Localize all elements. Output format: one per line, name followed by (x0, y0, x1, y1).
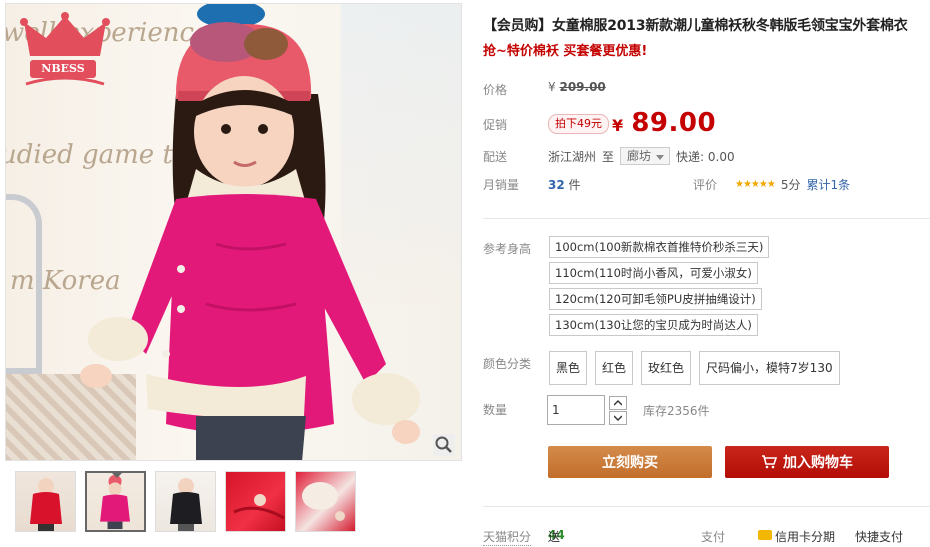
rating-score: 5分 (780, 178, 801, 192)
size-option[interactable]: 100cm(100新款棉衣首推特价秒杀三天) (549, 236, 770, 258)
express-fee: 快递: 0.00 (676, 149, 735, 164)
credit-installment[interactable]: 信用卡分期 (758, 528, 835, 544)
original-price: ¥ 209.00 (548, 80, 606, 94)
price-label: 价格 (483, 83, 508, 97)
stock-count: 库存2356件 (643, 403, 710, 418)
promo-price: ¥ 89.00 (612, 108, 716, 138)
monthly-sales-unit: 件 (568, 178, 581, 192)
color-option[interactable]: 黑色 (549, 351, 588, 385)
quantity-decrease-button[interactable] (609, 410, 627, 425)
size-options: 100cm(100新款棉衣首推特价秒杀三天) 110cm(110时尚小香风，可爱… (549, 236, 770, 336)
add-to-cart-button[interactable]: 加入购物车 (725, 446, 889, 478)
original-price-value: 209.00 (559, 80, 606, 94)
zoom-icon[interactable] (433, 434, 455, 456)
cart-icon (762, 455, 777, 469)
credit-installment-label: 信用卡分期 (775, 530, 836, 544)
thumbnail-image (302, 482, 345, 521)
add-to-cart-label: 加入购物车 (783, 455, 853, 471)
promo-label: 促销 (483, 118, 508, 132)
credit-card-icon (758, 530, 772, 540)
ship-from: 浙江湖州 (548, 149, 597, 164)
color-label: 颜色分类 (483, 357, 532, 371)
thumbnail-image (170, 478, 202, 531)
original-price-currency: ¥ (548, 80, 556, 94)
rating: ★★★★★ 5分 累计1条 (735, 176, 850, 193)
thumbnail[interactable] (15, 471, 76, 532)
pay-label: 支付 (701, 530, 726, 544)
model-girl-illustration (80, 4, 420, 460)
points-prefix: 送 (548, 530, 561, 544)
thumbnail-image (100, 474, 130, 530)
product-subtitle: 抢~特价棉袄 买套餐更优惠! (483, 44, 648, 59)
rating-stars-icon: ★★★★★ (735, 179, 776, 190)
monthly-sales: 32 件 (548, 176, 581, 193)
monthly-sales-label: 月销量 (483, 178, 520, 192)
quick-pay[interactable]: 快捷支付 (855, 528, 903, 545)
thumbnail[interactable] (225, 471, 286, 532)
quantity-stepper: 库存2356件 (547, 395, 710, 425)
divider (483, 506, 930, 507)
divider (483, 218, 930, 219)
monthly-sales-count: 32 (548, 178, 565, 192)
points-value: 送 44 (548, 528, 565, 544)
size-label: 参考身高 (483, 242, 532, 256)
thumbnail-image (233, 494, 285, 520)
ship-to-select[interactable]: 廊坊 (620, 147, 671, 165)
active-thumb-indicator (111, 473, 123, 478)
color-option[interactable]: 红色 (595, 351, 634, 385)
thumbnail[interactable] (295, 471, 356, 532)
promo-price-value: 89.00 (631, 108, 717, 138)
color-option[interactable]: 尺码偏小，模特7岁130 (699, 351, 840, 385)
chair-frame (6, 194, 42, 374)
chevron-down-icon (614, 415, 622, 421)
thumbnail-image (30, 478, 62, 531)
thumbnail[interactable] (155, 471, 216, 532)
thumbnail-strip (15, 471, 356, 532)
buy-now-label: 立刻购买 (602, 455, 658, 471)
color-options: 黑色 红色 玫红色 尺码偏小，模特7岁130 (549, 351, 840, 385)
product-title: 【会员购】女童棉服2013新款潮儿童棉袄秋冬韩版毛领宝宝外套棉衣 (483, 18, 908, 34)
points-label: 天猫积分 (483, 530, 532, 546)
quantity-step-buttons (609, 395, 627, 425)
thumbnail-active[interactable] (85, 471, 146, 532)
main-product-image[interactable]: well experienced udied game theory m Kor… (5, 3, 462, 461)
quantity-input[interactable] (547, 395, 605, 425)
size-option[interactable]: 120cm(120可卸毛领PU皮拼抽绳设计) (549, 288, 762, 310)
color-option[interactable]: 玫红色 (641, 351, 692, 385)
rating-total-link[interactable]: 累计1条 (806, 176, 850, 193)
size-option[interactable]: 110cm(110时尚小香风，可爱小淑女) (549, 262, 758, 284)
shipping-info: 浙江湖州 至 廊坊 快递: 0.00 (548, 147, 735, 165)
shipping-label: 配送 (483, 150, 508, 164)
chevron-up-icon (614, 399, 622, 405)
quantity-increase-button[interactable] (609, 395, 627, 410)
size-option[interactable]: 130cm(130让您的宝贝成为时尚达人) (549, 314, 758, 336)
quantity-label: 数量 (483, 403, 508, 417)
rating-label: 评价 (693, 178, 718, 192)
ship-to-word: 至 (602, 149, 615, 164)
promo-price-currency: ¥ (612, 116, 624, 135)
buy-now-button[interactable]: 立刻购买 (548, 446, 712, 478)
promo-tag-badge: 拍下49元 (548, 114, 609, 134)
